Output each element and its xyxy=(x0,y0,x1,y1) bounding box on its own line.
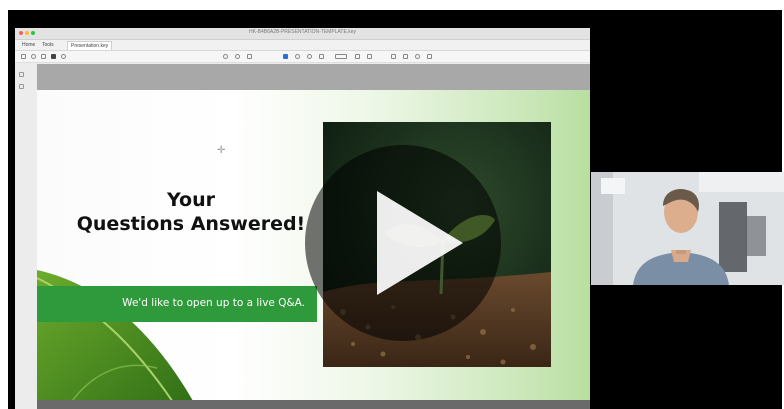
presenter-webcam-tile[interactable] xyxy=(591,172,784,285)
screen-top-edge xyxy=(0,0,784,10)
leaf-graphic xyxy=(37,269,193,400)
tab-home[interactable]: Home xyxy=(19,41,38,49)
share-tool-icon[interactable] xyxy=(427,54,432,59)
mouse-cursor-icon: ✛ xyxy=(217,145,226,156)
play-icon[interactable] xyxy=(303,143,503,343)
screen-left-edge xyxy=(0,0,8,409)
shared-app-window[interactable]: HK-B4B6A2B-PRESENTATION-TEMPLATE.key Hom… xyxy=(15,28,590,409)
mail-tool-icon[interactable] xyxy=(41,54,46,59)
select-text-icon[interactable] xyxy=(355,54,360,59)
page-gap-strip xyxy=(37,64,590,90)
qa-banner-text: We'd like to open up to a live Q&A. xyxy=(122,297,305,309)
info-tool-icon[interactable] xyxy=(61,54,66,59)
pen-tool-icon[interactable] xyxy=(403,54,408,59)
comment-tool-icon[interactable] xyxy=(367,54,372,59)
window-titlebar[interactable]: HK-B4B6A2B-PRESENTATION-TEMPLATE.key xyxy=(15,28,590,40)
hand-tool-icon[interactable] xyxy=(295,54,300,59)
slide-title: Your Questions Answered! xyxy=(55,188,327,236)
slide-title-line-2: Questions Answered! xyxy=(76,213,306,235)
sign-tool-icon[interactable] xyxy=(415,54,420,59)
zoom-out-icon[interactable] xyxy=(223,54,228,59)
tab-presentation[interactable]: Presentation.key xyxy=(67,41,113,50)
zoom-in-icon[interactable] xyxy=(235,54,240,59)
zoom-tool-icon[interactable] xyxy=(307,54,312,59)
tab-tools[interactable]: Tools xyxy=(39,41,57,49)
page-indicator-icon[interactable] xyxy=(247,54,252,59)
search-tool-icon[interactable] xyxy=(31,54,36,59)
sidebar-bookmarks-icon[interactable] xyxy=(19,84,24,89)
highlight-tool-icon[interactable] xyxy=(391,54,396,59)
slide-title-line-1: Your xyxy=(167,189,215,211)
presentation-slide: ✛ Your Questions Answered! We'd like to … xyxy=(37,90,590,400)
page-gap-bottom xyxy=(37,400,590,409)
window-title: HK-B4B6A2B-PRESENTATION-TEMPLATE.key xyxy=(249,29,356,35)
zoom-level-select[interactable] xyxy=(335,54,347,59)
home-tool-icon[interactable] xyxy=(21,54,26,59)
qa-banner: We'd like to open up to a live Q&A. xyxy=(37,286,317,322)
print-tool-icon[interactable] xyxy=(51,54,56,59)
fit-page-icon[interactable] xyxy=(319,54,324,59)
tab-bar: Home Tools Presentation.key xyxy=(15,40,590,51)
sidebar-pages-icon[interactable] xyxy=(19,72,24,77)
presenter-video xyxy=(591,172,784,285)
app-toolbar xyxy=(15,51,590,63)
cursor-tool-icon[interactable] xyxy=(283,54,288,59)
